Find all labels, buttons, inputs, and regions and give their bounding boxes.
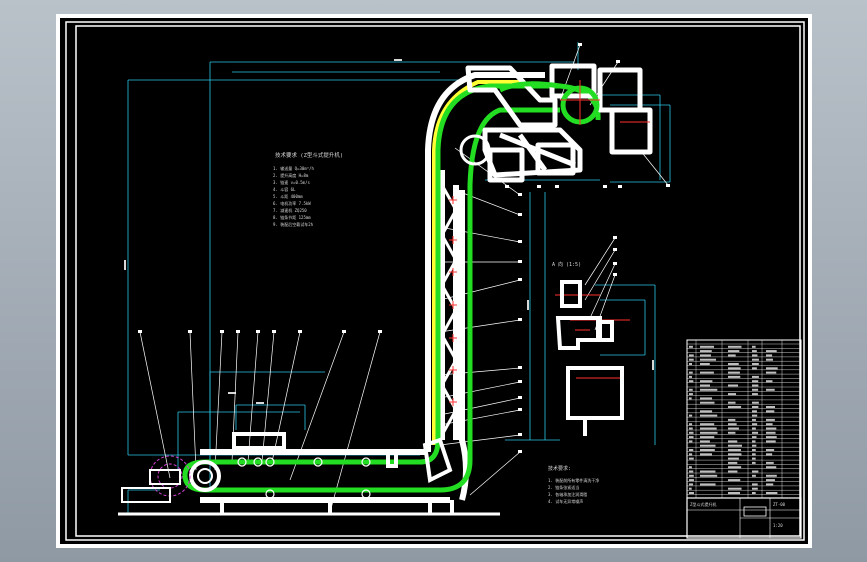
svg-text:1. 装配前所有零件清洗干净: 1. 装配前所有零件清洗干净 <box>548 477 599 483</box>
svg-text:2. 提升高度 H=8m: 2. 提升高度 H=8m <box>273 172 309 178</box>
drawing-number: ZT-00 <box>773 502 786 507</box>
svg-text:6. 电机功率 7.5kW: 6. 电机功率 7.5kW <box>273 200 311 206</box>
svg-text:2. 链条张紧适当: 2. 链条张紧适当 <box>548 484 579 490</box>
svg-text:8. 链条节距 125mm: 8. 链条节距 125mm <box>273 214 311 220</box>
drawing-sheet: 技术要求 (Z型斗式提升机) 1. 输送量 Q=30m³/h 2. 提升高度 H… <box>0 0 867 562</box>
svg-text:3. 链速 v=0.5m/s: 3. 链速 v=0.5m/s <box>273 179 310 185</box>
svg-text:4. 试车无异常噪声: 4. 试车无异常噪声 <box>548 498 583 504</box>
svg-text:5. 斗距 400mm: 5. 斗距 400mm <box>273 194 303 199</box>
svg-text:9. 装配后空载试车2h: 9. 装配后空载试车2h <box>273 221 314 227</box>
detail-label: A 向 (1:5) <box>552 261 581 268</box>
drawing-title: Z型斗式提升机 <box>690 501 716 507</box>
drawing-scale: 1:20 <box>773 523 783 528</box>
lower-notes-title: 技术要求: <box>548 465 571 472</box>
svg-text:4. 斗容 6L: 4. 斗容 6L <box>273 186 296 192</box>
cad-viewport[interactable]: 技术要求 (Z型斗式提升机) 1. 输送量 Q=30m³/h 2. 提升高度 H… <box>0 0 867 562</box>
svg-text:7. 减速机 ZQ250: 7. 减速机 ZQ250 <box>273 207 307 213</box>
tech-notes-title: 技术要求 (Z型斗式提升机) <box>275 151 343 159</box>
svg-text:1. 输送量 Q=30m³/h: 1. 输送量 Q=30m³/h <box>273 165 314 171</box>
svg-text:3. 各轴承加注润滑脂: 3. 各轴承加注润滑脂 <box>548 491 587 497</box>
